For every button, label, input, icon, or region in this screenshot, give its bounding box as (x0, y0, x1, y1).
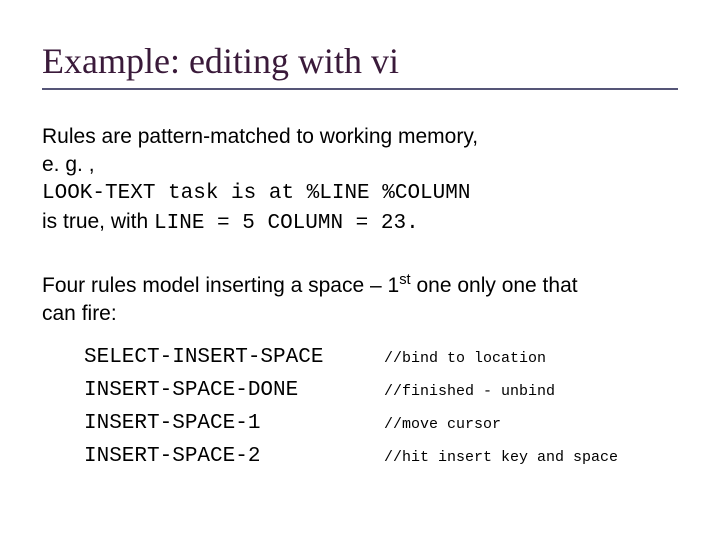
text-line-5: Four rules model inserting a space – 1st… (42, 273, 678, 299)
text-line-4-mono: LINE = 5 COLUMN = 23. (154, 212, 419, 235)
rule-name: INSERT-SPACE-1 (84, 412, 384, 435)
rules-table: SELECT-INSERT-SPACE //bind to location I… (84, 346, 678, 468)
table-row: SELECT-INSERT-SPACE //bind to location (84, 346, 678, 369)
slide-body: Rules are pattern-matched to working mem… (42, 124, 678, 328)
text-line-2: e. g. , (42, 152, 678, 178)
spacer (42, 239, 678, 273)
rule-comment: //move cursor (384, 416, 501, 433)
rule-comment: //finished - unbind (384, 383, 555, 400)
title-divider (42, 88, 678, 90)
table-row: INSERT-SPACE-2 //hit insert key and spac… (84, 445, 678, 468)
text-line-1: Rules are pattern-matched to working mem… (42, 124, 678, 150)
rule-comment: //bind to location (384, 350, 546, 367)
text-line-6: can fire: (42, 301, 678, 327)
rule-name: INSERT-SPACE-2 (84, 445, 384, 468)
rule-comment: //hit insert key and space (384, 449, 618, 466)
table-row: INSERT-SPACE-DONE //finished - unbind (84, 379, 678, 402)
rule-name: INSERT-SPACE-DONE (84, 379, 384, 402)
table-row: INSERT-SPACE-1 //move cursor (84, 412, 678, 435)
text-line-5-pre: Four rules model inserting a space – 1 (42, 274, 399, 297)
text-line-3: LOOK-TEXT task is at %LINE %COLUMN (42, 181, 678, 207)
text-line-5-sup: st (399, 272, 410, 288)
page-title: Example: editing with vi (42, 40, 678, 82)
text-line-4: is true, with LINE = 5 COLUMN = 23. (42, 209, 678, 237)
text-line-4-pre: is true, with (42, 210, 154, 233)
text-line-5-post: one only one that (411, 274, 578, 297)
slide: Example: editing with vi Rules are patte… (0, 0, 720, 540)
rule-name: SELECT-INSERT-SPACE (84, 346, 384, 369)
